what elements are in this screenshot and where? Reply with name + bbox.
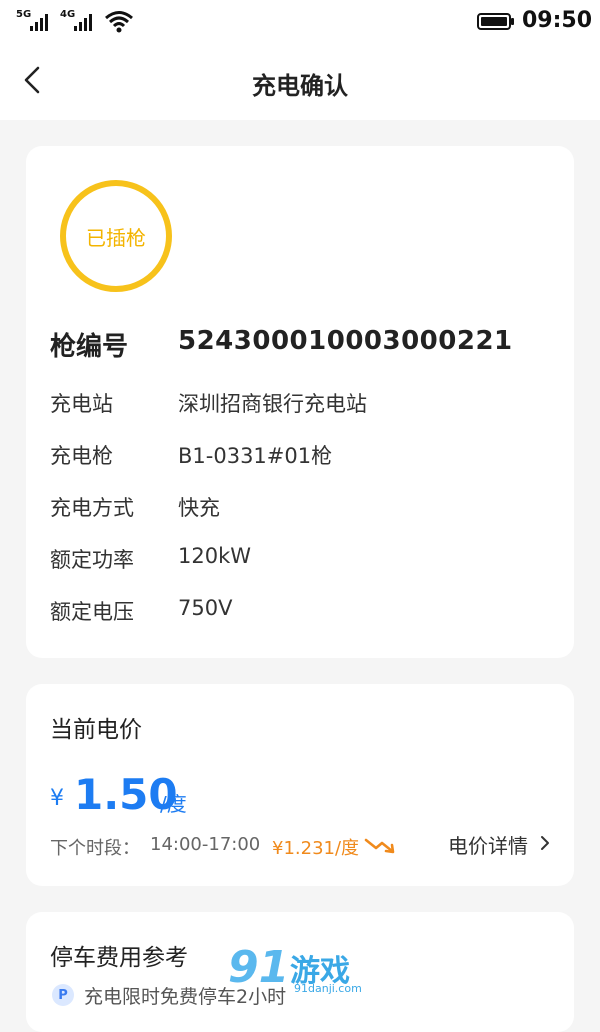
price-card: 当前电价 ¥ 1.50 /度 下个时段： 14:00-17:00 ¥1.231/… bbox=[26, 684, 574, 886]
signal-4g-label: 4G bbox=[60, 9, 76, 20]
signal-strength-icon-2 bbox=[74, 14, 92, 31]
battery-icon bbox=[477, 13, 514, 30]
price-unit: /度 bbox=[160, 792, 187, 816]
page-title: 充电确认 bbox=[252, 72, 348, 100]
next-period-label: 下个时段： bbox=[50, 838, 140, 859]
charge-mode-label: 充电方式 bbox=[50, 496, 134, 520]
next-period-price: ¥1.231/度 bbox=[272, 838, 360, 859]
charge-mode-value: 快充 bbox=[178, 496, 220, 520]
watermark-logo: 91 游戏 91danji.com bbox=[228, 942, 374, 1000]
parking-icon: P bbox=[52, 984, 74, 1006]
signal-strength-icon bbox=[30, 14, 48, 31]
rated-power-label: 额定功率 bbox=[50, 548, 134, 572]
plug-status-badge: 已插枪 bbox=[60, 180, 172, 292]
charger-info-card: 已插枪 枪编号 524300010003000221 充电站 深圳招商银行充电站… bbox=[26, 146, 574, 658]
station-label: 充电站 bbox=[50, 392, 113, 416]
plug-status-text: 已插枪 bbox=[86, 225, 146, 250]
rated-power-value: 120kW bbox=[178, 544, 252, 568]
watermark-number: 91 bbox=[228, 942, 290, 993]
next-period-time: 14:00-17:00 bbox=[150, 834, 261, 855]
price-title: 当前电价 bbox=[50, 717, 142, 743]
rated-voltage-value: 750V bbox=[178, 596, 233, 620]
clock: 09:50 bbox=[522, 8, 593, 33]
gun-number-value: 524300010003000221 bbox=[178, 326, 513, 356]
status-bar: 5G 4G 09:50 bbox=[0, 0, 600, 44]
wifi-icon bbox=[105, 11, 133, 33]
watermark-url: 91danji.com bbox=[294, 982, 362, 995]
parking-title: 停车费用参考 bbox=[50, 945, 188, 971]
signal-5g-label: 5G bbox=[16, 9, 32, 20]
chevron-right-icon[interactable] bbox=[538, 832, 552, 854]
gun-label: 充电枪 bbox=[50, 444, 113, 468]
parking-icon-letter: P bbox=[58, 987, 68, 1003]
nav-bar: 充电确认 bbox=[0, 44, 600, 120]
rated-voltage-label: 额定电压 bbox=[50, 600, 134, 624]
station-value: 深圳招商银行充电站 bbox=[178, 392, 367, 416]
trend-down-icon bbox=[364, 838, 395, 854]
currency-symbol: ¥ bbox=[50, 786, 64, 811]
gun-number-label: 枪编号 bbox=[50, 332, 129, 362]
gun-value: B1-0331#01枪 bbox=[178, 444, 333, 468]
price-detail-link[interactable]: 电价详情 bbox=[448, 830, 528, 859]
